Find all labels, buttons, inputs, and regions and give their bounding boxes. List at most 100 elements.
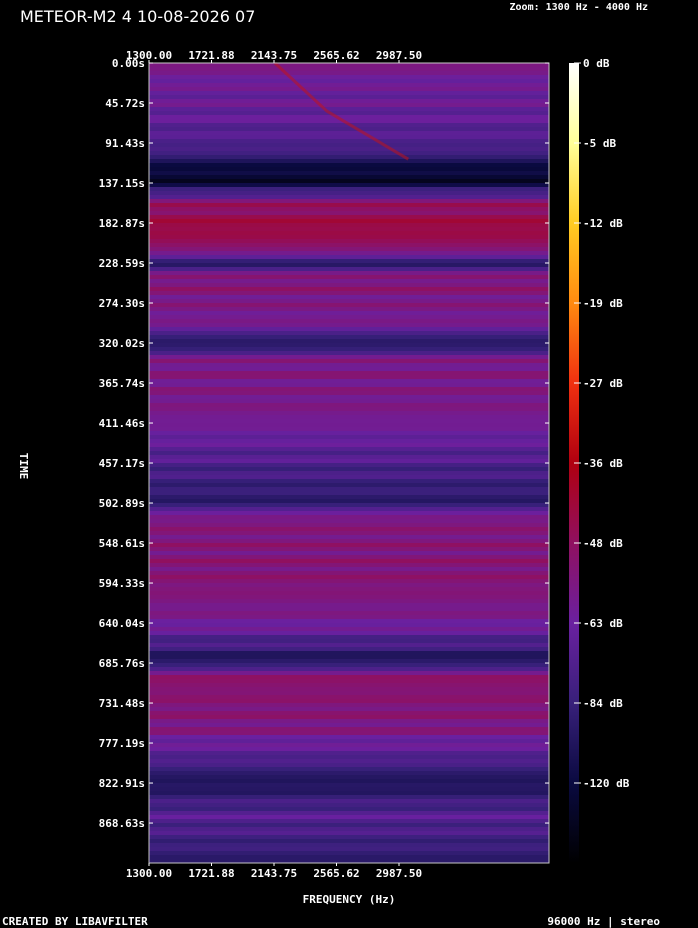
y-tick-label: 411.46s: [99, 417, 145, 430]
spectrogram-row: [149, 503, 549, 507]
spectrogram-row: [149, 815, 549, 819]
spectrogram-row: [149, 607, 549, 611]
spectrogram-row: [149, 531, 549, 535]
spectrogram-row: [149, 487, 549, 491]
spectrogram-row: [149, 715, 549, 719]
spectrogram-row: [149, 447, 549, 451]
spectrogram-row: [149, 859, 549, 863]
x-axis-bottom: 1300.00 1721.88 2143.75 2565.62 2987.50: [126, 863, 422, 880]
spectrogram-row: [149, 259, 549, 263]
spectrogram-row: [149, 551, 549, 555]
spectrogram-row: [149, 367, 549, 371]
spectrogram-row: [149, 751, 549, 755]
spectrogram-row: [149, 811, 549, 815]
spectrogram-row: [149, 271, 549, 275]
spectrogram-row: [149, 63, 549, 67]
spectrogram-row: [149, 723, 549, 727]
footer-credit: CREATED BY LIBAVFILTER: [2, 915, 148, 928]
spectrogram-row: [149, 399, 549, 403]
spectrogram-row: [149, 591, 549, 595]
spectrogram-row: [149, 119, 549, 123]
spectrogram-row: [149, 283, 549, 287]
spectrogram-row: [149, 455, 549, 459]
spectrogram-row: [149, 323, 549, 327]
spectrogram-row: [149, 135, 549, 139]
spectrogram-row: [149, 843, 549, 847]
spectrogram-row: [149, 651, 549, 655]
spectrogram-row: [149, 443, 549, 447]
spectrogram-row: [149, 483, 549, 487]
spectrogram-row: [149, 659, 549, 663]
colorbar-label: -120 dB: [583, 777, 630, 790]
spectrogram-row: [149, 299, 549, 303]
spectrogram-row: [149, 471, 549, 475]
spectrogram-row: [149, 647, 549, 651]
y-tick-label: 685.76s: [99, 657, 145, 670]
spectrogram-row: [149, 183, 549, 187]
spectrogram-row: [149, 411, 549, 415]
footer-format: 96000 Hz | stereo: [547, 915, 660, 928]
spectrogram-row: [149, 263, 549, 267]
spectrogram-row: [149, 763, 549, 767]
spectrogram-row: [149, 499, 549, 503]
spectrogram-row: [149, 187, 549, 191]
spectrogram-row: [149, 731, 549, 735]
spectrogram-row: [149, 671, 549, 675]
y-tick-label: 274.30s: [99, 297, 145, 310]
spectrogram-row: [149, 95, 549, 99]
colorbar-label: -84 dB: [583, 697, 623, 710]
spectrogram-row: [149, 435, 549, 439]
spectrogram-row: [149, 359, 549, 363]
spectrogram-row: [149, 347, 549, 351]
zoom-readout: Zoom: 1300 Hz - 4000 Hz: [510, 2, 648, 13]
spectrogram-row: [149, 275, 549, 279]
spectrogram-row: [149, 251, 549, 255]
spectrogram-row: [149, 663, 549, 667]
spectrogram-row: [149, 115, 549, 119]
spectrogram-row: [149, 375, 549, 379]
spectrogram-row: [149, 379, 549, 383]
spectrogram-row: [149, 807, 549, 811]
y-tick-label: 228.59s: [99, 257, 145, 270]
spectrogram-row: [149, 91, 549, 95]
spectrogram-row: [149, 779, 549, 783]
y-tick-label: 868.63s: [99, 817, 145, 830]
y-tick-label: 182.87s: [99, 217, 145, 230]
y-tick-label: 0.00s: [112, 57, 145, 70]
spectrogram-row: [149, 219, 549, 223]
spectrogram-row: [149, 839, 549, 843]
spectrogram-row: [149, 631, 549, 635]
spectrogram-row: [149, 307, 549, 311]
spectrogram-row: [149, 511, 549, 515]
spectrogram-row: [149, 451, 549, 455]
spectrogram-row: [149, 743, 549, 747]
colorbar-label: -27 dB: [583, 377, 623, 390]
spectrogram-row: [149, 615, 549, 619]
spectrogram-row: [149, 351, 549, 355]
spectrogram-row: [149, 799, 549, 803]
spectrogram-row: [149, 423, 549, 427]
spectrogram-row: [149, 855, 549, 859]
y-tick-label: 320.02s: [99, 337, 145, 350]
colorbar-label: -63 dB: [583, 617, 623, 630]
spectrogram-row: [149, 491, 549, 495]
y-tick-label: 365.74s: [99, 377, 145, 390]
y-tick-label: 457.17s: [99, 457, 145, 470]
spectrogram-row: [149, 427, 549, 431]
spectrogram-row: [149, 127, 549, 131]
spectrogram-row: [149, 387, 549, 391]
spectrogram-row: [149, 155, 549, 159]
x-tick-label-bottom: 1300.00: [126, 867, 172, 880]
spectrogram-row: [149, 707, 549, 711]
spectrogram-row: [149, 207, 549, 211]
spectrogram-row: [149, 111, 549, 115]
spectrogram-row: [149, 83, 549, 87]
spectrogram-row: [149, 335, 549, 339]
spectrogram-row: [149, 179, 549, 183]
spectrogram-row: [149, 303, 549, 307]
y-tick-label: 91.43s: [105, 137, 145, 150]
spectrogram-row: [149, 691, 549, 695]
spectrogram-row: [149, 99, 549, 103]
spectrogram-row: [149, 391, 549, 395]
spectrogram-row: [149, 247, 549, 251]
